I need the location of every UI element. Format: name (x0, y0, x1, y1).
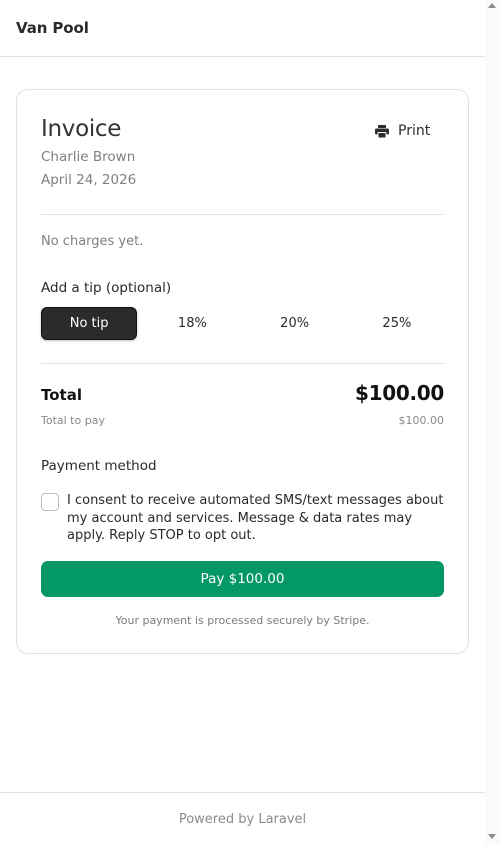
tip-options: No tip 18% 20% 25% (41, 307, 444, 340)
sms-consent-checkbox[interactable] (41, 493, 59, 511)
invoice-card: Invoice Print Charlie Brown April 24, 20… (16, 89, 469, 654)
print-label: Print (398, 123, 431, 139)
footer: Powered by Laravel (0, 792, 485, 845)
footer-text: Powered by Laravel (178, 812, 307, 827)
sms-consent-text[interactable]: I consent to receive automated SMS/text … (67, 492, 452, 545)
print-button[interactable]: Print (375, 120, 430, 142)
tip-heading: Add a tip (optional) (41, 280, 172, 296)
printer-icon (375, 124, 389, 138)
tip-option-25[interactable]: 25% (350, 307, 444, 340)
no-charges-text: No charges yet. (41, 234, 144, 249)
pay-button[interactable]: Pay $100.00 (41, 561, 444, 597)
total-amount: $100.00 (355, 381, 444, 405)
customer-name: Charlie Brown (41, 149, 136, 165)
invoice-title: Invoice (41, 116, 122, 142)
vertical-scrollbar[interactable] (485, 0, 500, 845)
scroll-up-icon[interactable] (488, 3, 496, 8)
page: Van Pool Invoice Print Charlie Brown Apr… (0, 0, 485, 845)
total-to-pay-amount: $100.00 (398, 414, 445, 427)
secure-payment-note: Your payment is processed securely by St… (115, 614, 370, 627)
invoice-date: April 24, 2026 (41, 172, 137, 188)
total-to-pay-label: Total to pay (41, 414, 105, 427)
brand-name[interactable]: Van Pool (16, 19, 89, 37)
tip-option-18[interactable]: 18% (145, 307, 239, 340)
divider (41, 214, 444, 215)
tip-option-20[interactable]: 20% (248, 307, 342, 340)
tip-option-no-tip[interactable]: No tip (41, 307, 138, 340)
divider (41, 363, 444, 364)
payment-method-heading: Payment method (41, 458, 157, 474)
top-bar: Van Pool (0, 0, 485, 57)
scroll-down-icon[interactable] (488, 834, 496, 839)
total-label: Total (41, 386, 82, 404)
